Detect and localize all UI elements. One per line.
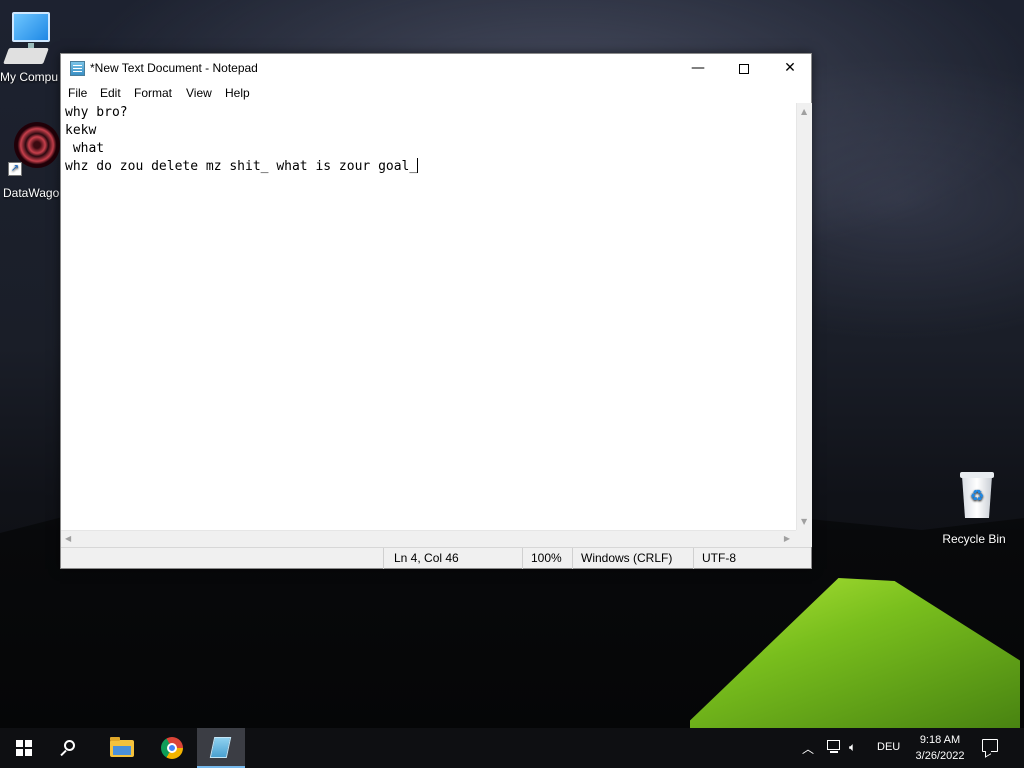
vertical-scrollbar[interactable]: ▲ ▼ — [796, 103, 812, 530]
desktop-icon-label: DataWagon — [3, 186, 59, 200]
taskbar-file-explorer[interactable] — [98, 728, 146, 768]
scroll-right-icon[interactable]: ▶ — [784, 534, 790, 543]
taskbar-chrome[interactable] — [148, 728, 196, 768]
scroll-up-icon[interactable]: ▲ — [801, 107, 807, 116]
menu-file[interactable]: File — [68, 86, 87, 100]
menu-help[interactable]: Help — [225, 86, 250, 100]
status-cursor-position: Ln 4, Col 46 — [383, 548, 523, 569]
clock-date: 3/26/2022 — [915, 750, 965, 762]
maximize-icon — [739, 64, 749, 74]
volume-icon[interactable]: 🔈︎ — [849, 740, 856, 768]
window-title: *New Text Document - Notepad — [90, 61, 258, 75]
menu-view[interactable]: View — [186, 86, 212, 100]
notepad-icon — [209, 737, 232, 758]
search-button[interactable] — [48, 728, 96, 768]
start-button[interactable] — [0, 728, 48, 768]
menu-format[interactable]: Format — [134, 86, 172, 100]
status-bar: Ln 4, Col 46 100% Windows (CRLF) UTF-8 — [61, 547, 813, 569]
search-icon — [64, 740, 75, 751]
clock-time: 9:18 AM — [919, 734, 961, 746]
folder-icon — [110, 737, 134, 757]
notepad-icon — [70, 61, 85, 76]
desktop-icon-label: Recycle Bin — [942, 532, 1006, 546]
taskbar-notepad[interactable] — [197, 728, 245, 768]
desktop-icon-recycle-bin[interactable]: ♻ Recycle Bin — [936, 470, 1012, 550]
minimize-button[interactable]: — — [675, 54, 721, 84]
status-zoom: 100% — [522, 548, 573, 569]
input-language[interactable]: DEU — [877, 741, 900, 768]
scroll-down-icon[interactable]: ▼ — [801, 517, 807, 526]
taskbar: ︿ 🔈︎ DEU 9:18 AM 3/26/2022 — [0, 728, 1024, 768]
computer-icon — [0, 12, 58, 66]
notification-center-icon[interactable] — [982, 739, 998, 752]
maximize-button[interactable] — [721, 54, 767, 84]
horizontal-scrollbar[interactable]: ◀ ▶ — [61, 530, 796, 547]
text-editor[interactable]: why bro? kekw what whz do zou delete mz … — [61, 103, 796, 530]
desktop-icon-label: My Compu — [0, 70, 59, 84]
recycle-bin-icon: ♻ — [958, 470, 994, 518]
scrollbar-corner — [796, 530, 812, 547]
close-icon: ✕ — [784, 60, 796, 76]
network-icon[interactable] — [826, 740, 842, 754]
minimize-icon: — — [691, 60, 705, 76]
clock[interactable]: 9:18 AM 3/26/2022 — [905, 732, 975, 764]
chrome-icon — [161, 737, 183, 759]
notepad-window[interactable]: *New Text Document - Notepad — ✕ File Ed… — [60, 53, 812, 569]
shortcut-arrow-icon: ↗ — [8, 162, 22, 176]
menu-bar: File Edit Format View Help — [61, 84, 811, 103]
close-button[interactable]: ✕ — [767, 54, 813, 84]
show-hidden-icons-chevron-icon[interactable]: ︿ — [802, 740, 814, 768]
title-bar[interactable]: *New Text Document - Notepad — ✕ — [61, 54, 811, 84]
windows-logo-icon — [16, 740, 32, 756]
status-line-endings: Windows (CRLF) — [572, 548, 694, 569]
editor-text: why bro? kekw what whz do zou delete mz … — [65, 105, 418, 174]
scroll-left-icon[interactable]: ◀ — [65, 534, 71, 543]
text-caret — [417, 158, 419, 173]
status-encoding: UTF-8 — [693, 548, 813, 569]
menu-edit[interactable]: Edit — [100, 86, 121, 100]
